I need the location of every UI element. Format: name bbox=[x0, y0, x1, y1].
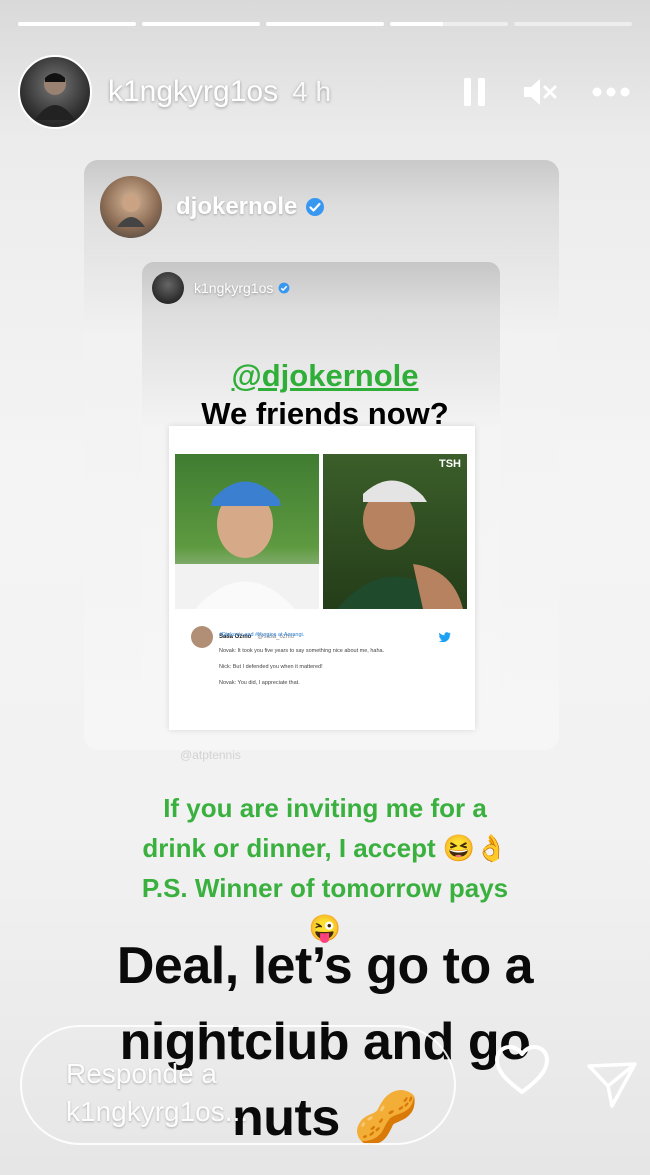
reply-text: If you are inviting me for a drink or di… bbox=[0, 788, 650, 948]
photo-djokovic bbox=[175, 454, 319, 609]
reply-placeholder: Responde a bbox=[66, 1058, 218, 1089]
nested-username: k1ngkyrg1os bbox=[194, 280, 274, 296]
reply-input[interactable]: Responde a k1ngkyrg1os... bbox=[20, 1025, 456, 1145]
volume-muted-icon[interactable] bbox=[522, 76, 558, 108]
mention-tag[interactable]: @djokernole bbox=[0, 358, 650, 394]
progress-segment bbox=[390, 22, 508, 26]
verified-icon bbox=[278, 282, 290, 294]
photo-kyrgios: TSH bbox=[323, 454, 467, 609]
progress-fill bbox=[18, 22, 136, 26]
reply-line: drink or dinner, I accept 😆👌 bbox=[142, 833, 508, 863]
reposted-username: djokernole bbox=[176, 193, 298, 220]
verified-icon bbox=[306, 198, 325, 216]
progress-segment bbox=[266, 22, 384, 26]
progress-segment bbox=[18, 22, 136, 26]
reply-line: If you are inviting me for a bbox=[163, 793, 487, 823]
reply-placeholder: k1ngkyrg1os... bbox=[66, 1096, 249, 1127]
progress-fill bbox=[390, 22, 444, 26]
watermark: @atptennis bbox=[180, 748, 241, 762]
tweet-line: Novak: You did, I appreciate that. bbox=[219, 680, 300, 686]
avatar[interactable] bbox=[18, 55, 92, 129]
user-avatar-icon bbox=[35, 73, 75, 120]
progress-segment bbox=[514, 22, 632, 26]
progress-fill bbox=[266, 22, 384, 26]
story-username[interactable]: k1ngkyrg1os bbox=[108, 75, 278, 109]
more-icon[interactable] bbox=[592, 87, 630, 97]
avatar bbox=[152, 272, 184, 304]
reply-line: P.S. Winner of tomorrow pays bbox=[141, 873, 509, 903]
avatar bbox=[191, 626, 213, 648]
story-progress bbox=[18, 22, 632, 26]
progress-fill bbox=[142, 22, 260, 26]
progress-segment bbox=[142, 22, 260, 26]
story-time: 4 h bbox=[292, 76, 332, 107]
send-icon[interactable] bbox=[586, 1060, 638, 1110]
user-avatar-icon bbox=[117, 194, 145, 227]
caption-line: Deal, let’s go to a bbox=[116, 937, 534, 995]
pause-icon[interactable] bbox=[462, 76, 488, 108]
tweet-subtitle: #Djokovic and #Kyrgios at Aorangi. bbox=[219, 632, 305, 638]
avatar bbox=[100, 176, 162, 238]
tsh-badge: TSH bbox=[439, 458, 461, 470]
tweet-line: Novak: It took you five years to say som… bbox=[219, 648, 385, 654]
tweet-embed: Saša Ozmo @sasa_ozmo #Djokovic and #Kyrg… bbox=[191, 626, 451, 686]
tweet-line: Nick: But I defended you when it mattere… bbox=[219, 664, 323, 670]
twitter-bird-icon bbox=[439, 632, 451, 642]
embedded-post: TSH Saša Ozmo @sasa_ozmo #Djokovic and #… bbox=[169, 426, 475, 730]
heart-icon[interactable] bbox=[494, 1044, 550, 1096]
story-header: k1ngkyrg1os 4 h bbox=[18, 55, 630, 129]
